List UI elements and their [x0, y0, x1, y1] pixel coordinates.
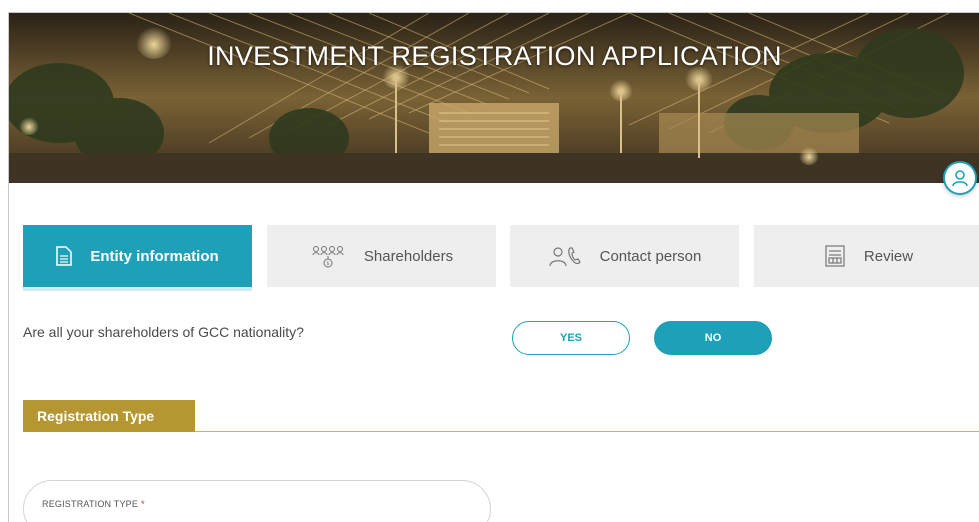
yes-button[interactable]: YES — [512, 321, 630, 355]
tab-label: Shareholders — [363, 247, 454, 265]
no-button[interactable]: NO — [654, 321, 772, 355]
tab-shareholders[interactable]: $ Shareholders — [267, 225, 496, 287]
tab-review[interactable]: Review — [754, 225, 979, 287]
user-profile-button[interactable] — [943, 161, 977, 195]
tab-label: Contact person — [599, 247, 702, 265]
tab-contact-person[interactable]: Contact person — [510, 225, 739, 287]
section-divider — [195, 431, 979, 432]
app-frame: INVESTMENT REGISTRATION APPLICATION Enti… — [8, 12, 979, 522]
page-title: INVESTMENT REGISTRATION APPLICATION — [207, 41, 782, 71]
shareholders-icon: $ — [310, 244, 346, 268]
tab-label: Review — [863, 247, 914, 265]
hero-background-image — [9, 13, 979, 183]
hero-banner: INVESTMENT REGISTRATION APPLICATION — [9, 13, 979, 183]
svg-text:$: $ — [326, 261, 329, 267]
registration-type-field[interactable]: REGISTRATION TYPE * — [23, 480, 491, 522]
registration-steps-tabs: Entity information $ Shareholders Contac… — [23, 225, 979, 291]
review-icon — [824, 244, 846, 268]
document-icon — [56, 246, 73, 266]
registration-type-label: REGISTRATION TYPE * — [42, 499, 145, 509]
gcc-nationality-question: Are all your shareholders of GCC nationa… — [23, 324, 304, 340]
section-heading: Registration Type — [23, 400, 195, 432]
contact-person-icon — [548, 244, 582, 268]
tab-entity-information[interactable]: Entity information — [23, 225, 252, 291]
required-indicator: * — [141, 499, 145, 509]
field-label-text: REGISTRATION TYPE — [42, 499, 139, 509]
tab-label: Entity information — [90, 247, 219, 265]
user-icon — [952, 170, 968, 187]
